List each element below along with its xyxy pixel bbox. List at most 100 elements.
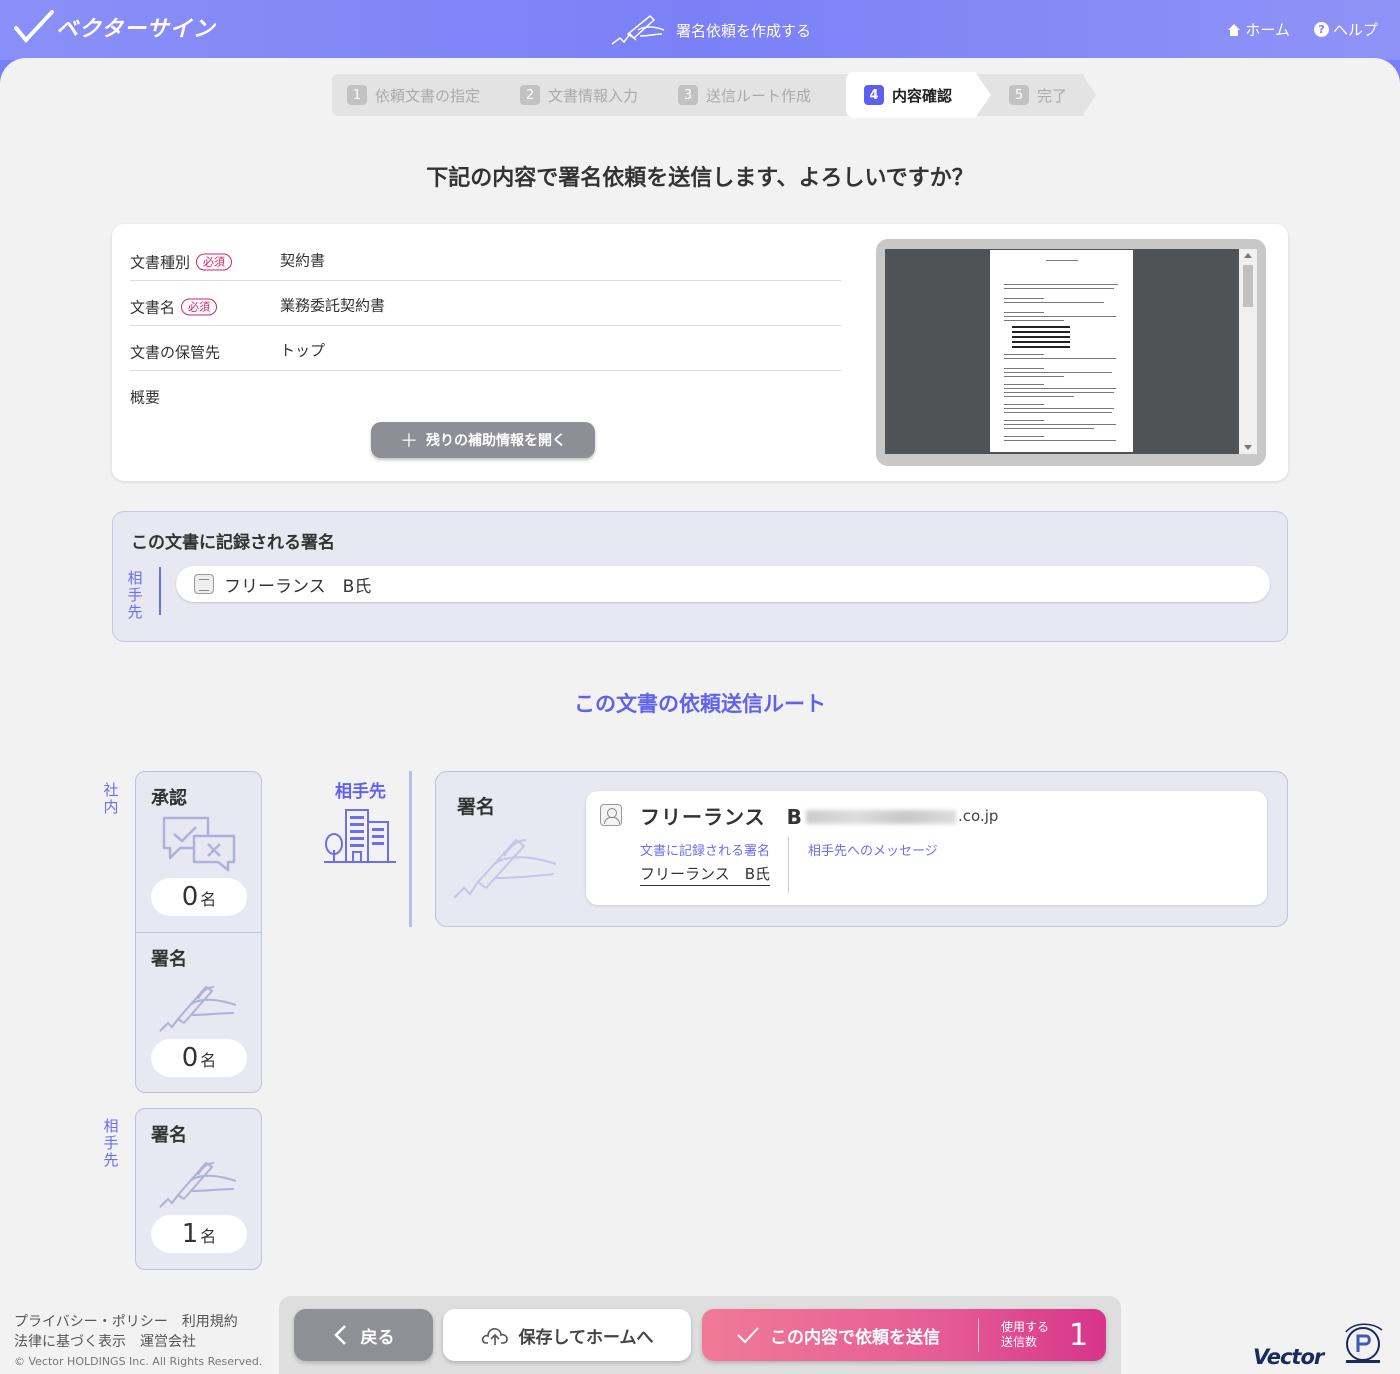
send-count-label: 使用する 送信数 [1001,1320,1049,1350]
email-suffix: .co.jp [958,807,999,825]
recipient-card: フリーランス B .co.jp 文書に記録される署名 フリーランス B氏 相手先… [586,791,1267,905]
info-label: 概要 [130,387,160,408]
signing-hand-icon [611,14,665,45]
recipient-divider [788,837,789,893]
preview-text-line [1012,331,1070,333]
help-link[interactable]: ? ヘルプ [1313,19,1378,40]
header-nav: ホーム ? ヘルプ [1227,19,1378,40]
copyright: © Vector HOLDINGS Inc. All Rights Reserv… [14,1355,263,1368]
legal-link[interactable]: 法律に基づく表示 [14,1334,126,1350]
plus-icon: ＋ [400,431,418,452]
info-row-doc-type: 文書種別 必須 契約書 [130,236,841,281]
preview-text-line [1004,358,1116,359]
approve-count: 0 名 [151,878,247,916]
checkmark-logo-icon [14,10,54,44]
document-info-card: 文書種別 必須 契約書 文書名 必須 業務委託契約書 文書の保管先 トップ 概要… [112,224,1288,481]
preview-text-line [1004,368,1044,369]
save-and-home-button[interactable]: 保存してホームへ [443,1309,691,1361]
internal-side-label: 社内 [103,781,119,816]
internal-sign-summary: 署名 0 名 [136,932,261,1092]
send-separator [978,1318,979,1352]
step-label: 完了 [1037,86,1068,105]
home-icon [1228,23,1241,36]
partner-sign-count: 1 名 [151,1215,247,1253]
required-badge: 必須 [181,298,218,316]
page-title: 署名依頼を作成する [610,12,811,48]
step-number: 1 [347,85,367,105]
email-redacted [806,809,956,824]
recorded-signature-card: この文書に記録される署名 相手先 フリーランス B氏 [112,511,1288,642]
scroll-down-icon[interactable] [1244,445,1252,450]
step-1: 1 依頼文書の指定 [347,74,480,116]
scroll-up-icon[interactable] [1244,253,1252,258]
recipient-email: .co.jp [806,807,998,825]
preview-text-line [1004,284,1118,285]
step-number: 3 [678,85,698,105]
document-preview[interactable] [876,239,1266,466]
info-label-text: 文書名 [130,298,176,317]
info-label-text: 概要 [130,388,161,407]
internal-sign-title: 署名 [151,949,187,970]
info-row-summary: 概要 [130,371,841,416]
step-3: 3 送信ルート作成 [678,74,811,116]
company-link[interactable]: 運営会社 [140,1334,196,1350]
expand-extra-info-label: 残りの補助情報を開く [426,433,566,449]
step-bar-tip [1082,74,1096,116]
back-button[interactable]: 戻る [294,1309,433,1361]
info-label: 文書名 必須 [130,297,218,318]
info-label: 文書の保管先 [130,342,220,363]
preview-text-line [1004,302,1104,303]
info-value: 契約書 [280,251,326,270]
preview-scrollbar[interactable] [1239,249,1257,454]
home-link-label: ホーム [1245,21,1290,39]
save-button-label: 保存してホームへ [518,1327,654,1348]
partner-side-label: 相手先 [103,1117,119,1169]
preview-text-line [1004,408,1114,409]
info-row-storage: 文書の保管先 トップ [130,326,841,371]
preview-text-line [1004,312,1044,313]
approve-title: 承認 [151,788,187,809]
partner-summary: 署名 1 名 [135,1108,262,1270]
preview-text-line [1046,260,1078,261]
info-row-doc-name: 文書名 必須 業務委託契約書 [130,281,841,326]
app-logo[interactable]: ベクターサイン [14,10,216,44]
count-value: 0 [181,882,199,912]
preview-text-line [1004,372,1112,373]
send-button-label: この内容で依頼を送信 [770,1327,940,1348]
preview-text-line [1004,392,1114,393]
send-label-wrap: この内容で依頼を送信 [702,1323,978,1348]
route-step-card: 署名 フリーランス B .co.jp 文書に記録される署名 フリーランス B氏 … [435,771,1288,927]
preview-text-line [1004,288,1114,289]
preview-text-line [1004,298,1044,299]
logo-text: ベクターサイン [56,17,216,42]
step-label: 内容確認 [892,86,953,105]
terms-link[interactable]: 利用規約 [182,1314,238,1330]
send-request-button[interactable]: この内容で依頼を送信 使用する 送信数 1 [702,1309,1106,1361]
approval-chat-icon [162,816,236,872]
recorded-signature-value: フリーランス B氏 [640,863,770,886]
info-label: 文書種別 必須 [130,252,233,273]
confirm-question: 下記の内容で署名依頼を送信します、よろしいですか？ [426,166,974,191]
expand-extra-info-button[interactable]: ＋ 残りの補助情報を開く [371,422,595,458]
step-label: 文書情報入力 [548,86,639,105]
scroll-thumb[interactable] [1243,265,1253,307]
route-section-title: この文書の依頼送信ルート [574,692,826,716]
preview-text-line [1012,326,1070,328]
privacy-mark-icon [1345,1323,1383,1363]
home-link[interactable]: ホーム [1227,19,1290,40]
route-partner-label: 相手先 [335,782,386,802]
count-value: 0 [181,1043,199,1073]
preview-text-line [1004,384,1044,385]
preview-text-line [1004,396,1074,397]
send-count-label-line1: 使用する [1001,1320,1050,1334]
info-label-text: 文書の保管先 [130,343,221,362]
recorded-signature-name: フリーランス B氏 [224,576,372,597]
preview-text-line [1004,320,1064,321]
recorded-signature-label: 文書に記録される署名 [640,844,771,859]
step-label: 依頼文書の指定 [375,86,481,105]
preview-text-line [1012,336,1070,338]
info-label-text: 文書種別 [130,253,191,272]
building-icon [324,809,396,863]
preview-text-line [1004,376,1064,377]
privacy-link[interactable]: プライバシー・ポリシー [14,1314,168,1330]
